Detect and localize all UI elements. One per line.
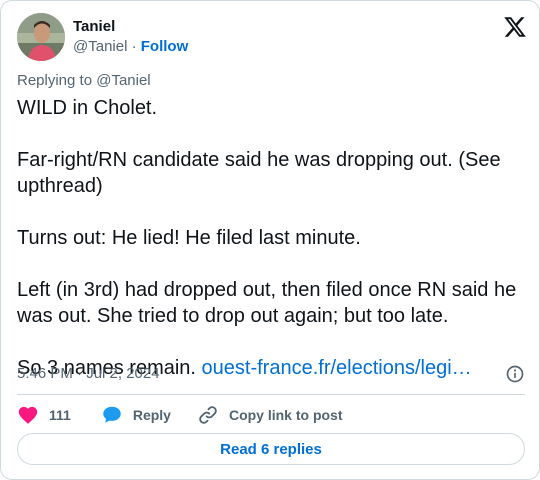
action-bar: 111 Reply Copy link to post [17, 403, 343, 427]
like-count: 111 [49, 407, 71, 423]
reply-button[interactable]: Reply [101, 404, 171, 426]
read-replies-button[interactable]: Read 6 replies [17, 433, 525, 465]
info-icon[interactable] [505, 364, 525, 384]
link-icon [199, 406, 217, 424]
handle-row: @Taniel · Follow [73, 37, 188, 57]
avatar[interactable] [17, 13, 65, 61]
tweet-header: Taniel @Taniel · Follow [17, 13, 527, 61]
timestamp[interactable]: 5:46 PM · Jul 2, 2024 [17, 365, 160, 382]
tweet-card: Taniel @Taniel · Follow Replying to @Tan… [0, 0, 540, 480]
divider [17, 394, 525, 395]
author-block: Taniel @Taniel · Follow [73, 17, 188, 57]
replying-to-label[interactable]: Replying to @Taniel [17, 71, 151, 91]
x-logo-icon[interactable] [503, 15, 527, 39]
copy-link-label: Copy link to post [228, 407, 343, 423]
like-button[interactable]: 111 [17, 404, 71, 426]
reply-label: Reply [132, 407, 171, 423]
heart-icon [18, 406, 38, 424]
author-name[interactable]: Taniel [73, 17, 188, 37]
follow-button[interactable]: Follow [141, 38, 189, 55]
tweet-text: WILD in Cholet. Far-right/RN candidate s… [17, 95, 525, 381]
copy-link-button[interactable]: Copy link to post [197, 404, 343, 426]
speech-bubble-icon [103, 406, 121, 423]
meta-row: 5:46 PM · Jul 2, 2024 [17, 363, 525, 385]
separator-dot: · [131, 38, 137, 55]
author-handle[interactable]: @Taniel [73, 38, 127, 55]
tweet-body: WILD in Cholet. Far-right/RN candidate s… [17, 97, 517, 379]
avatar-image [17, 13, 65, 61]
